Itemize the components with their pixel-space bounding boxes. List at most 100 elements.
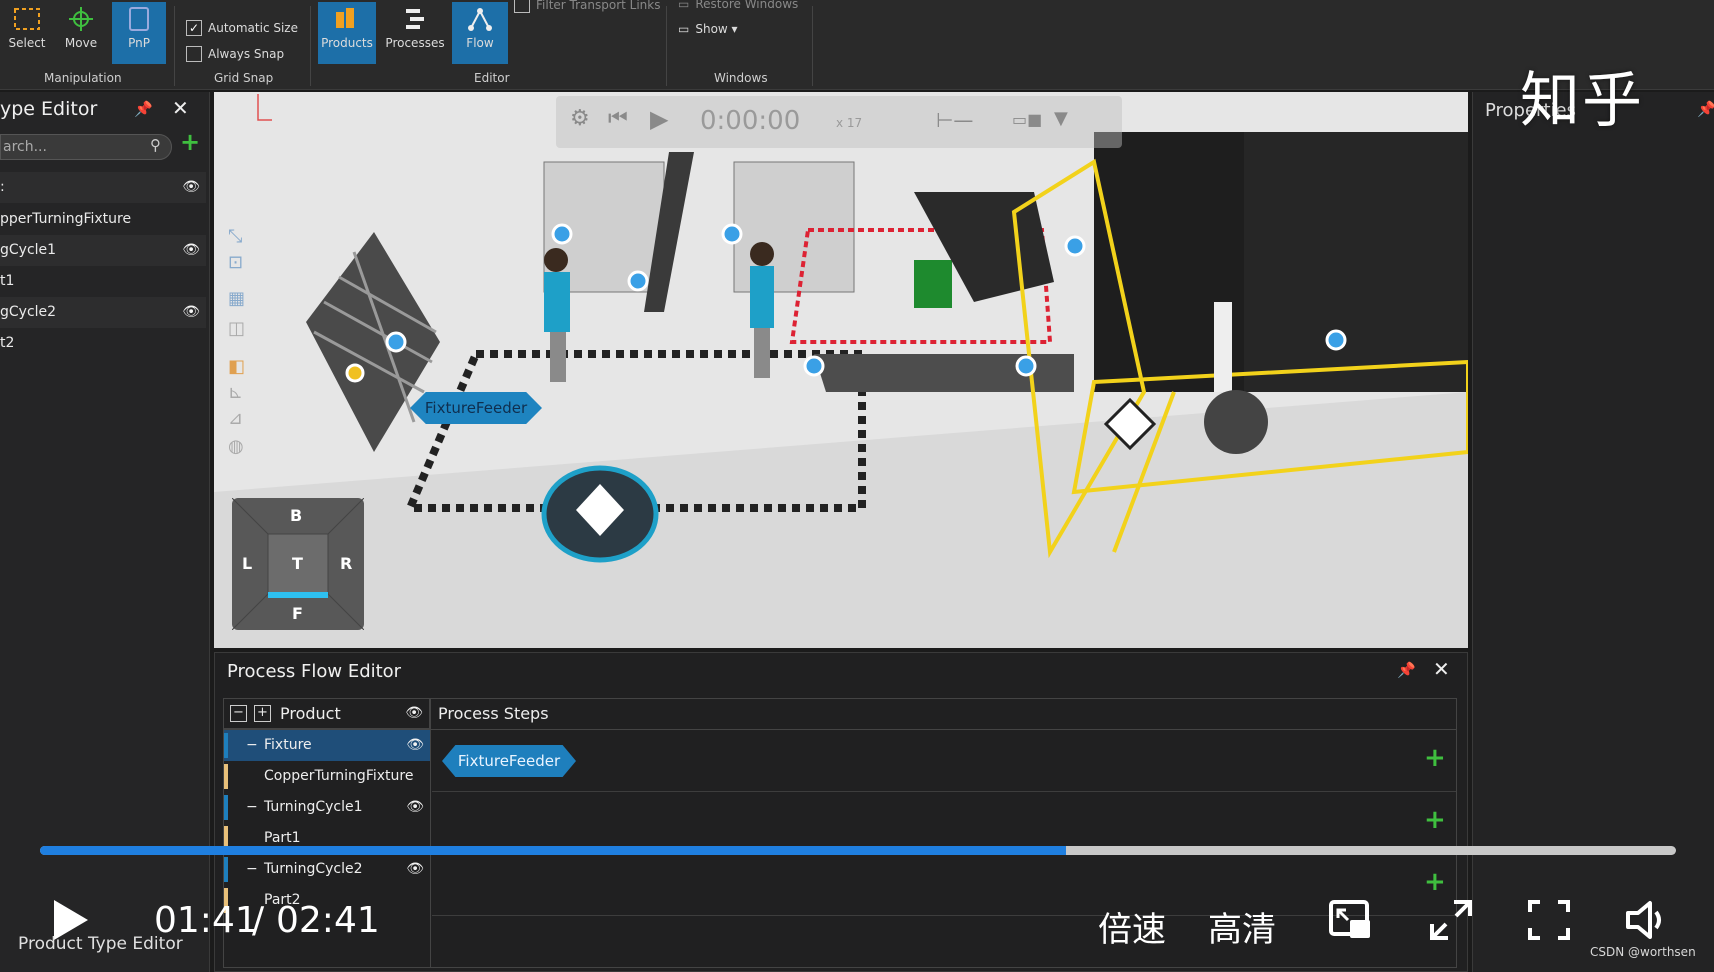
tree-row-label: t1 [0, 273, 15, 289]
tree-row[interactable]: gCycle1 👁 [0, 235, 206, 266]
move-label: Move [64, 36, 98, 50]
ribbon-separator [666, 6, 667, 86]
eye-icon[interactable]: 👁 [406, 730, 424, 761]
3d-viewport[interactable]: FixtureFeeder ⚙ ⏮ ▶ 0:00:00 x 17 ⊢— ▭■ ▼… [214, 92, 1468, 648]
eye-icon[interactable]: 👁 [182, 235, 200, 266]
show-label: Show ▾ [695, 22, 738, 36]
expand-all-icon[interactable]: + [254, 705, 271, 722]
pin-icon[interactable]: 📌 [134, 100, 153, 118]
check-icon: ✓ [186, 20, 202, 36]
axis-icon[interactable]: ⊾ [228, 382, 243, 403]
speed-slider-icon[interactable]: ⊢— [936, 108, 973, 132]
flow-button[interactable]: Flow [452, 2, 508, 64]
show-dropdown[interactable]: ▭ Show ▾ [678, 22, 738, 36]
collapse-icon[interactable]: − [246, 792, 258, 823]
fit-view-icon[interactable]: ⤡ [228, 226, 242, 247]
add-icon[interactable]: + [180, 128, 200, 156]
gear-icon[interactable]: ⚙ [570, 106, 590, 131]
picture-in-picture-icon[interactable] [1328, 898, 1374, 942]
product-row-fixture[interactable]: − Fixture 👁 [224, 730, 430, 761]
rewind-icon[interactable]: ⏮ [608, 106, 628, 131]
tree-row[interactable]: : 👁 [0, 172, 206, 203]
tree-row-label: : [0, 179, 5, 195]
cube-face-right[interactable]: R [340, 554, 352, 573]
process-flow-editor-panel: Process Flow Editor 📌 ✕ − + Product 👁 Pr… [214, 652, 1468, 972]
process-step-fixture-feeder[interactable]: FixtureFeeder [442, 745, 576, 777]
row-marker [224, 795, 228, 820]
fullscreen-icon[interactable] [1526, 898, 1572, 942]
filter-transport-links-checkbox[interactable]: Filter Transport Links [514, 0, 660, 13]
add-step-icon[interactable]: + [1424, 867, 1446, 897]
tree-row[interactable]: gCycle2 👁 [0, 297, 206, 328]
fixture-feeder-tag[interactable]: FixtureFeeder [410, 392, 542, 424]
pnp-icon [129, 7, 149, 31]
flow-icon [468, 8, 492, 31]
ribbon-toolbar: Select Move PnP Manipulation ✓ Automatic… [0, 0, 1714, 90]
cube-face-left[interactable]: L [242, 554, 252, 573]
always-snap-label: Always Snap [208, 47, 285, 61]
cube-face-back[interactable]: B [290, 506, 302, 525]
add-step-icon[interactable]: + [1424, 805, 1446, 835]
perspective-icon[interactable]: ◫ [228, 318, 245, 339]
tree-row[interactable]: t1 [0, 266, 206, 297]
credit-watermark: CSDN @worthsen [1590, 945, 1696, 959]
product-header: − + Product 👁 [224, 699, 430, 729]
playback-speed-button[interactable]: 倍速 [1098, 902, 1166, 951]
close-icon[interactable]: ✕ [1433, 657, 1450, 681]
selected-flow-node[interactable] [345, 363, 365, 383]
tree-row[interactable]: t2 [0, 328, 206, 359]
product-row-turning-cycle-1[interactable]: − TurningCycle1 👁 [224, 792, 430, 823]
search-icon: ⚲ [150, 136, 161, 154]
restore-windows-button[interactable]: ▭ Restore Windows [678, 0, 798, 11]
navigation-cube[interactable]: B L T R F [231, 497, 365, 631]
search-input[interactable]: arch... [0, 134, 172, 160]
product-column-label: Product [280, 704, 341, 723]
zoom-box-icon[interactable]: ⊡ [228, 252, 243, 273]
add-step-icon[interactable]: + [1424, 743, 1446, 773]
simulation-time: 0:00:00 [700, 106, 801, 136]
collapse-icon[interactable]: − [246, 854, 258, 885]
always-snap-checkbox[interactable]: Always Snap [186, 46, 284, 62]
eye-icon[interactable]: 👁 [406, 854, 424, 885]
video-progress-bar[interactable] [40, 846, 1676, 855]
pnp-button[interactable]: PnP [112, 2, 166, 64]
camera-icon[interactable]: ▭■ [1012, 110, 1042, 129]
collapse-icon[interactable]: − [246, 730, 258, 761]
product-type-editor-tab[interactable]: Product Type Editor [18, 934, 183, 962]
panel-title: Process Flow Editor [227, 661, 402, 682]
tree-row-label: t2 [0, 335, 15, 351]
time-separator: / [252, 900, 265, 941]
processes-button[interactable]: Processes [384, 2, 446, 64]
cube-face-front[interactable]: F [292, 604, 303, 623]
products-button[interactable]: Products [318, 2, 376, 64]
worker-station-icon[interactable] [541, 465, 659, 563]
grid-view-icon[interactable]: ▦ [228, 288, 245, 309]
play-icon[interactable]: ▶ [650, 105, 668, 133]
select-button[interactable]: Select [0, 2, 54, 64]
pin-icon[interactable]: 📌 [1397, 661, 1416, 679]
select-icon [14, 8, 40, 30]
eye-icon[interactable]: 👁 [182, 172, 200, 203]
eye-icon[interactable]: 👁 [406, 792, 424, 823]
products-label: Products [321, 36, 373, 50]
eye-icon[interactable]: 👁 [405, 705, 423, 721]
shading-icon[interactable]: ◧ [228, 356, 245, 377]
filter-icon[interactable]: ▼ [1054, 108, 1068, 129]
tree-row[interactable]: pperTurningFixture [0, 204, 206, 235]
quality-button[interactable]: 高清 [1208, 902, 1276, 951]
cube-face-top[interactable]: T [292, 554, 303, 573]
close-icon[interactable]: ✕ [172, 96, 189, 120]
collapse-all-icon[interactable]: − [230, 705, 247, 722]
pin-icon[interactable]: 📌 [1697, 100, 1714, 118]
animation-control-bar: ⚙ ⏮ ▶ 0:00:00 x 17 ⊢— ▭■ ▼ [556, 96, 1122, 148]
eye-icon[interactable]: 👁 [182, 297, 200, 328]
product-row-copper-turning-fixture[interactable]: CopperTurningFixture [224, 761, 430, 792]
volume-icon[interactable] [1624, 898, 1670, 942]
move-button[interactable]: Move [54, 2, 108, 64]
manipulation-group-label: Manipulation [44, 71, 122, 85]
web-fullscreen-icon[interactable] [1428, 898, 1474, 942]
automatic-size-checkbox[interactable]: ✓ Automatic Size [186, 20, 298, 36]
measure-icon[interactable]: ⊿ [228, 408, 243, 429]
product-row-turning-cycle-2[interactable]: − TurningCycle2 👁 [224, 854, 430, 885]
render-icon[interactable]: ◍ [228, 436, 244, 457]
